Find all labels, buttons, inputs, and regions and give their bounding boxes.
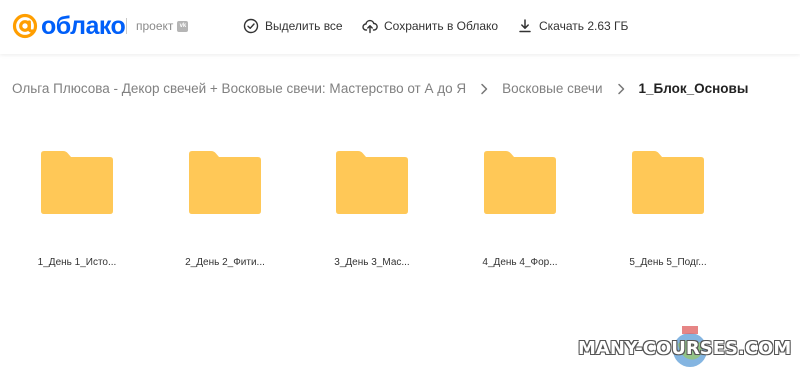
folder-icon <box>41 151 113 214</box>
breadcrumb: Ольга Плюсова - Декор свечей + Восковые … <box>12 80 748 98</box>
folder-name: 3_День 3_Мас... <box>334 257 410 268</box>
top-bar: облако проект vk Выделить все Сохранить … <box>0 0 800 54</box>
folder-name: 1_День 1_Исто... <box>37 257 117 268</box>
folder-item[interactable]: 4_День 4_Фор... <box>455 150 585 268</box>
folder-item[interactable]: 3_День 3_Мас... <box>307 150 437 268</box>
folder-item[interactable]: 1_День 1_Исто... <box>12 150 142 268</box>
select-all-label: Выделить все <box>265 19 343 33</box>
check-circle-icon <box>243 18 259 34</box>
cloud-logo[interactable]: облако <box>12 12 126 40</box>
cloud-upload-icon <box>362 19 378 34</box>
vk-badge-icon: vk <box>177 20 189 32</box>
folder-name: 2_День 2_Фити... <box>185 257 265 268</box>
download-button[interactable]: Скачать 2.63 ГБ <box>517 17 628 35</box>
save-to-cloud-label: Сохранить в Облако <box>384 19 499 33</box>
project-label: проект vk <box>136 18 189 34</box>
save-to-cloud-button[interactable]: Сохранить в Облако <box>362 17 498 35</box>
watermark: MANY-COURSES.COM <box>574 320 800 380</box>
folder-item[interactable]: 5_День 5_Подг... <box>603 150 733 268</box>
chevron-right-icon <box>617 83 624 95</box>
logo-divider <box>126 18 127 34</box>
folder-name: 5_День 5_Подг... <box>629 257 707 268</box>
folder-icon <box>189 151 261 214</box>
project-label-text: проект <box>136 19 174 33</box>
select-all-button[interactable]: Выделить все <box>243 17 343 35</box>
folder-name: 4_День 4_Фор... <box>482 257 558 268</box>
folder-icon <box>632 151 704 214</box>
download-label: Скачать 2.63 ГБ <box>539 19 629 33</box>
breadcrumb-item-wax-candles[interactable]: Восковые свечи <box>502 80 602 98</box>
download-icon <box>519 19 531 33</box>
folder-icon <box>484 151 556 214</box>
breadcrumb-item-current: 1_Блок_Основы <box>638 81 749 96</box>
logo-text: облако <box>41 12 126 40</box>
breadcrumb-item-course[interactable]: Ольга Плюсова - Декор свечей + Восковые … <box>12 80 466 98</box>
folder-icon <box>336 151 408 214</box>
watermark-text: MANY-COURSES.COM <box>578 338 792 359</box>
at-sign-logo-icon <box>12 13 38 39</box>
chevron-right-icon <box>481 83 488 95</box>
folder-item[interactable]: 2_День 2_Фити... <box>160 150 290 268</box>
